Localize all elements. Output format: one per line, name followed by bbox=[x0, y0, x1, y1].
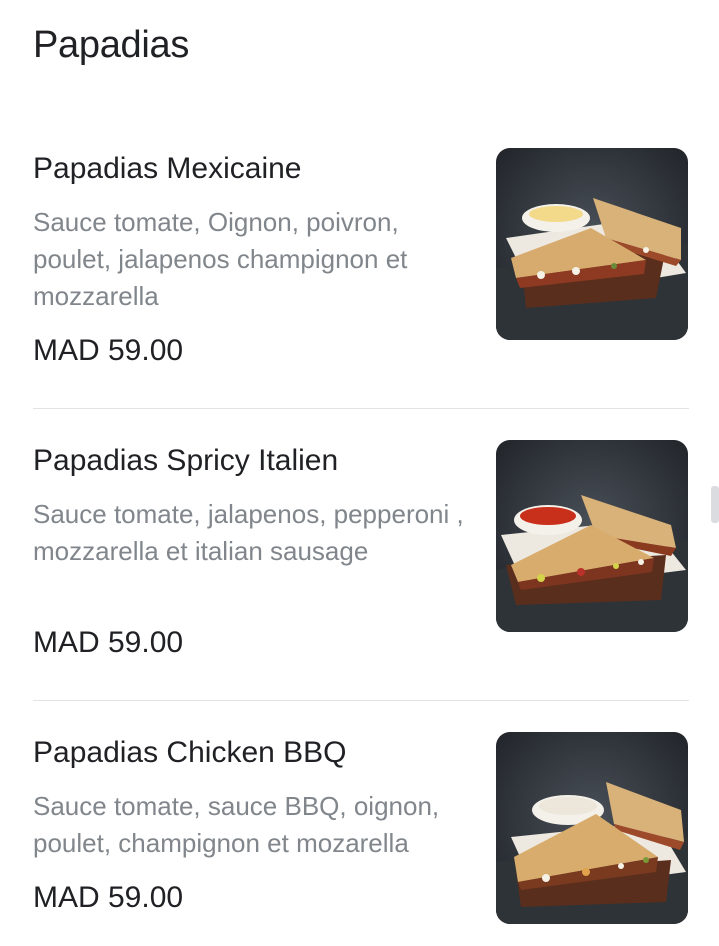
menu-item-spicy-italien[interactable]: Papadias Spricy Italien Sauce tomate, ja… bbox=[33, 440, 689, 664]
papadia-photo-icon bbox=[496, 732, 688, 924]
item-description: Sauce tomate, jalapenos, pepperoni , moz… bbox=[33, 499, 464, 566]
item-name: Papadias Mexicaine bbox=[33, 152, 302, 185]
divider bbox=[33, 700, 689, 701]
menu-item-mexicaine[interactable]: Papadias Mexicaine Sauce tomate, Oignon,… bbox=[33, 148, 689, 372]
menu-item-chicken-bbq[interactable]: Papadias Chicken BBQ Sauce tomate, sauce… bbox=[33, 732, 689, 936]
papadia-photo-icon bbox=[496, 148, 688, 340]
item-price: MAD 59.00 bbox=[33, 626, 184, 659]
section-title: Papadias bbox=[33, 24, 190, 66]
item-price: MAD 59.00 bbox=[33, 881, 184, 914]
item-photo[interactable] bbox=[496, 732, 688, 924]
item-description: Sauce tomate, sauce BBQ, oignon, poulet,… bbox=[33, 791, 440, 858]
papadia-photo-icon bbox=[496, 440, 688, 632]
item-price: MAD 59.00 bbox=[33, 334, 184, 367]
item-photo[interactable] bbox=[496, 148, 688, 340]
item-description: Sauce tomate, Oignon, poivron, poulet, j… bbox=[33, 207, 408, 311]
item-name: Papadias Chicken BBQ bbox=[33, 736, 347, 769]
item-name: Papadias Spricy Italien bbox=[33, 444, 339, 477]
divider bbox=[33, 408, 689, 409]
scrollbar-handle[interactable] bbox=[711, 486, 719, 523]
item-photo[interactable] bbox=[496, 440, 688, 632]
